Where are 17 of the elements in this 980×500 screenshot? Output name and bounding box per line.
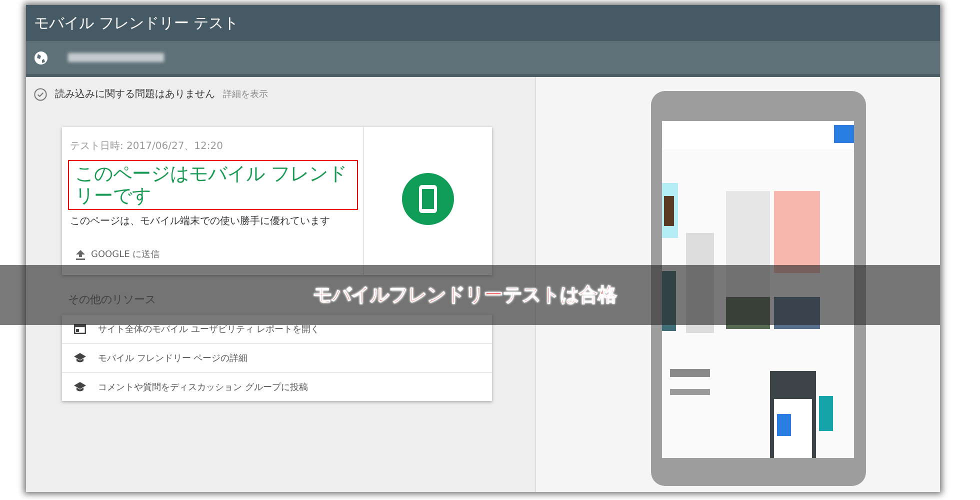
graduation-cap-icon [74,382,86,392]
status-message: 読み込みに関する問題はありません [55,88,215,101]
upload-icon [76,250,85,260]
result-headline: このページはモバイル フレンドリーです [68,160,358,210]
phone-icon [402,173,454,225]
dashboard-icon [74,324,86,334]
resource-link[interactable]: モバイル フレンドリー ページの詳細 [62,344,492,373]
graduation-cap-icon [74,353,86,363]
globe-icon [34,50,48,64]
window-title: モバイル フレンドリー テスト [34,14,239,32]
check-circle-icon [34,88,47,100]
resource-link[interactable]: サイト全体のモバイル ユーザビリティ レポートを開く [62,315,492,344]
submit-button[interactable]: GOOGLE に送信 [76,248,160,261]
resource-link[interactable]: コメントや質問をディスカッション グループに投稿 [62,373,492,401]
result-description: このページは、モバイル端末での使い勝手に優れています [70,214,331,228]
test-date: テスト日時: 2017/06/27、12:20 [70,140,224,153]
banner-text: モバイルフレンドリーテストは合格 [313,283,617,308]
